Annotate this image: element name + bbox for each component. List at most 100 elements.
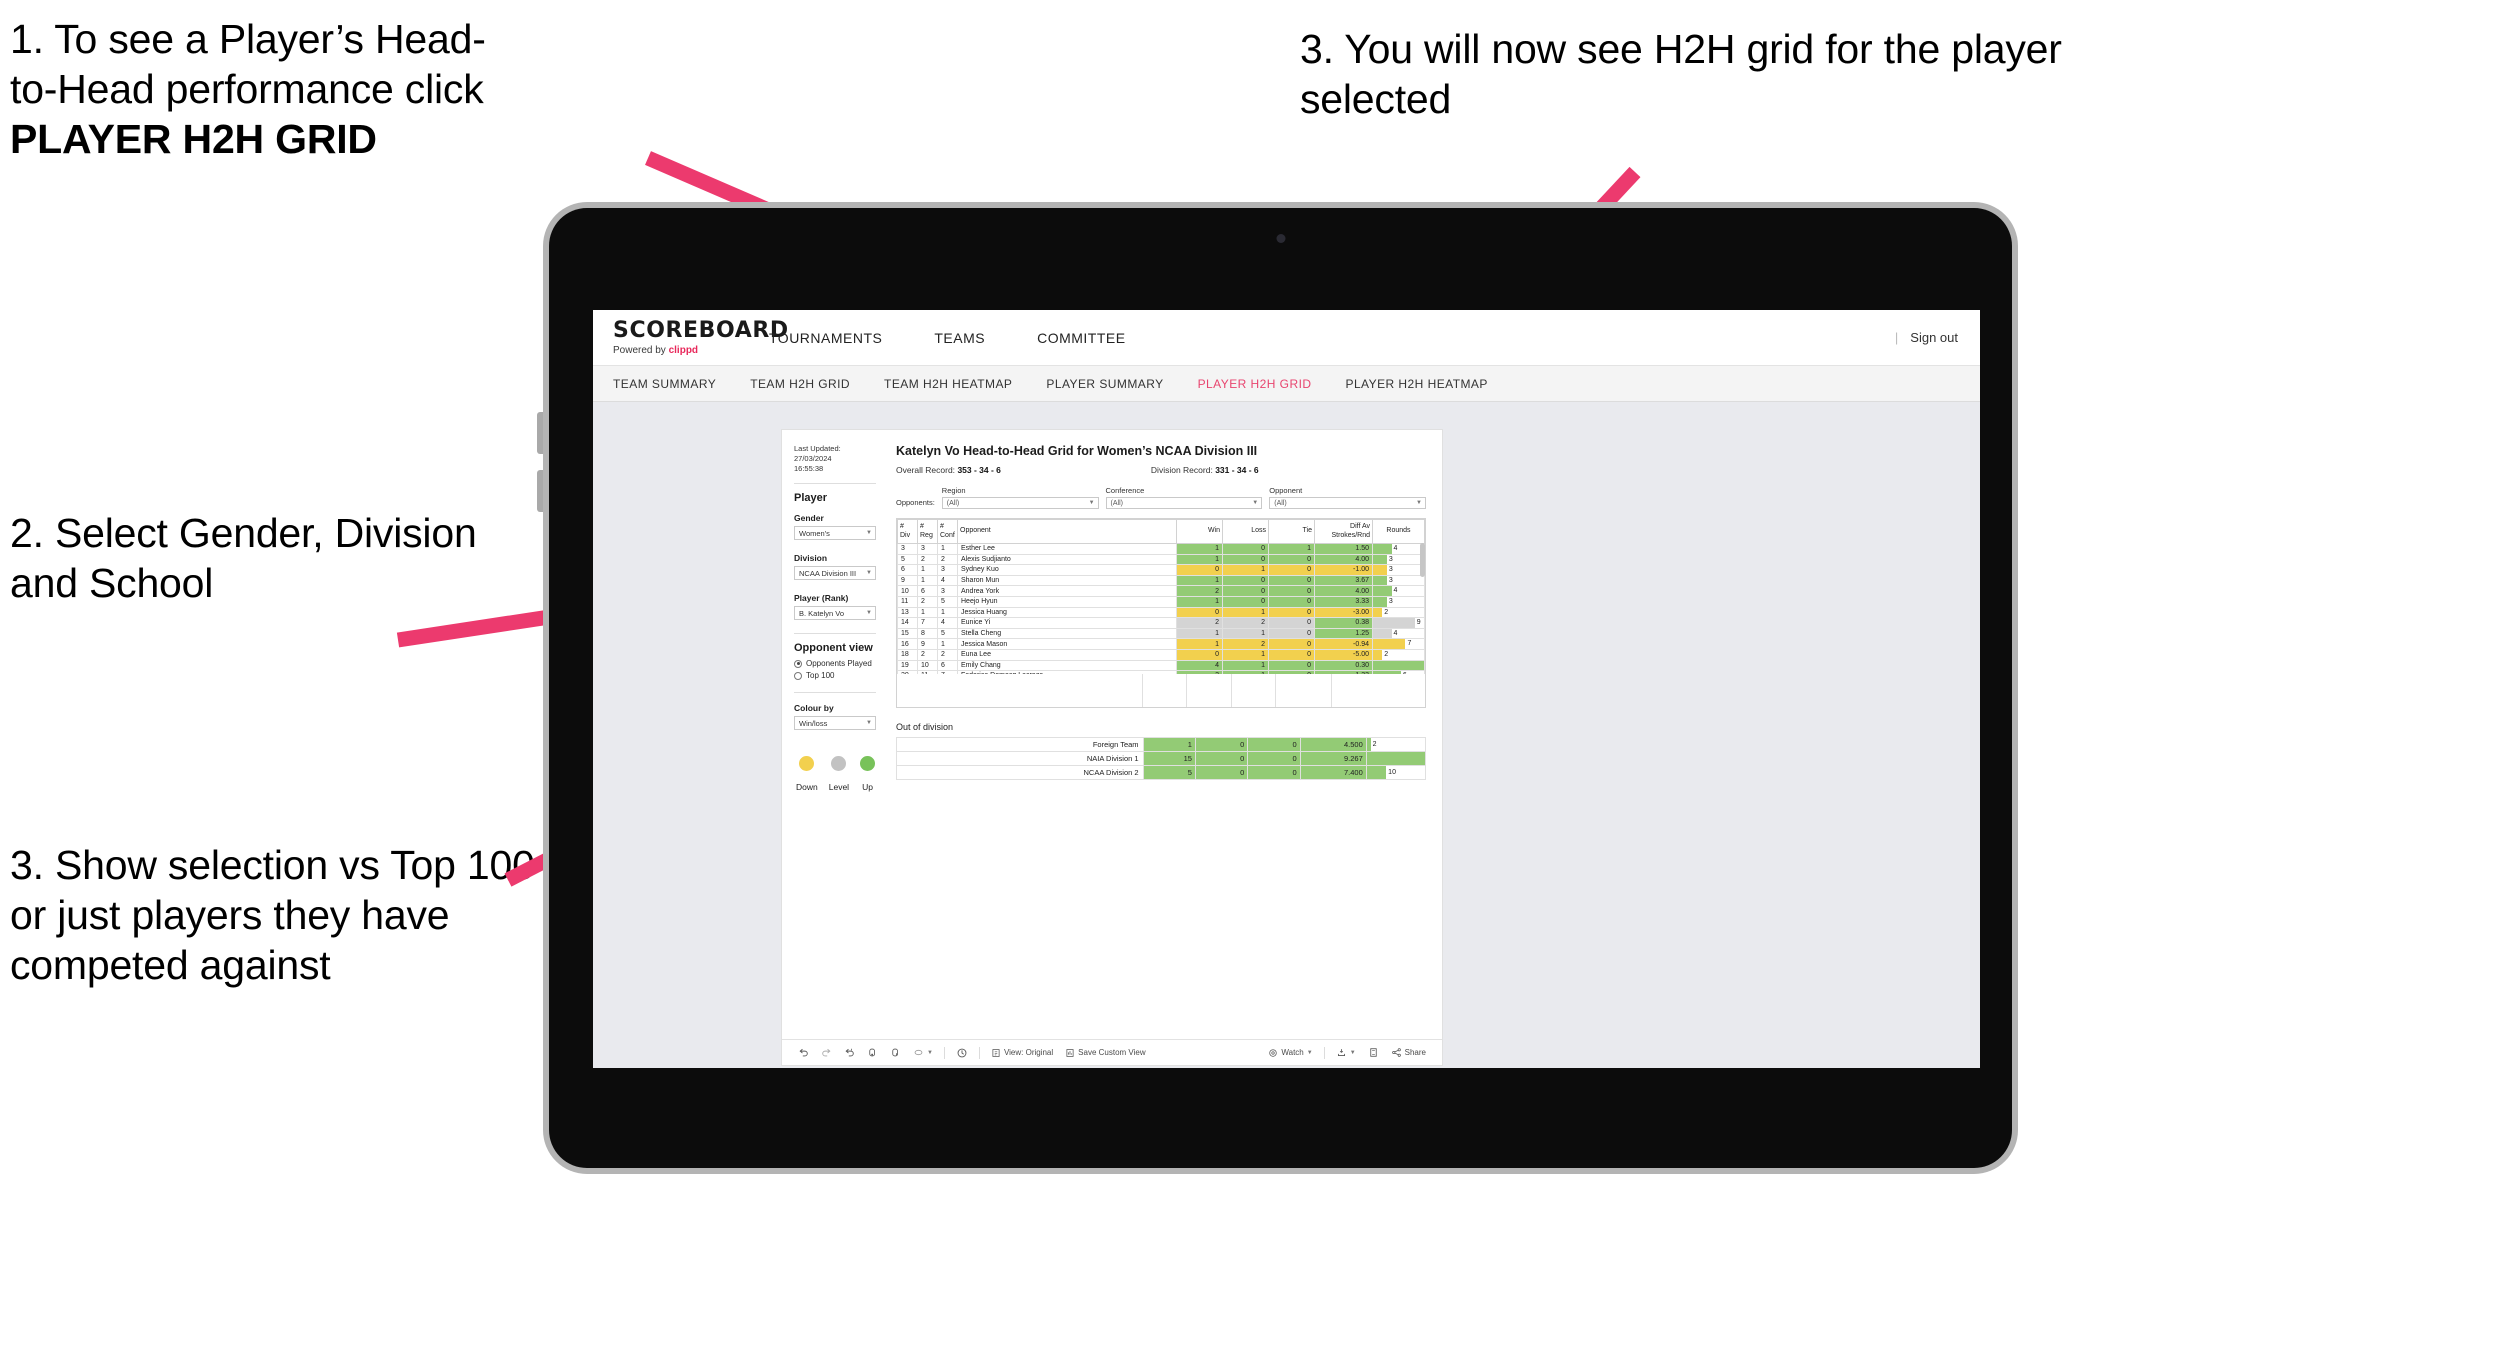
cell-loss: 0 (1194, 765, 1249, 780)
player-rank-label: Player (Rank) (794, 593, 849, 604)
radio-opponents-played[interactable]: Opponents Played (794, 659, 876, 668)
colour-by-label: Colour by (794, 703, 834, 714)
undo-button[interactable] (792, 1047, 815, 1058)
table-row[interactable]: 14 7 4 Eunice Yi 2 2 0 0.38 9 (897, 617, 1425, 629)
tab-player-h2h-grid[interactable]: PLAYER H2H GRID (1198, 377, 1312, 391)
cell-category: NAIA Division 1 (896, 751, 1144, 766)
download-button[interactable]: ▼ (1330, 1047, 1362, 1058)
tab-player-summary[interactable]: PLAYER SUMMARY (1046, 377, 1163, 391)
table-row[interactable]: NAIA Division 115009.26730 (896, 751, 1427, 766)
sign-out-link[interactable]: Sign out (1910, 330, 1958, 345)
share-button[interactable]: Share (1385, 1047, 1432, 1058)
chevron-down-icon: ▼ (866, 530, 872, 537)
grid-scrollbar[interactable] (1420, 543, 1425, 577)
gender-select[interactable]: Women's ▼ (794, 526, 876, 541)
redo-button[interactable] (815, 1047, 838, 1058)
cell-win: 5 (1142, 765, 1196, 780)
division-record-label: Division Record: (1150, 465, 1213, 475)
watch-label: Watch (1281, 1048, 1304, 1057)
cell-conf: 3 (937, 564, 958, 576)
cell-conf: 5 (937, 627, 958, 640)
page-title: Katelyn Vo Head-to-Head Grid for Women’s… (896, 444, 1258, 458)
col-conf-l1: # (940, 523, 944, 531)
nav-committee[interactable]: COMMITTEE (1011, 310, 1152, 366)
player-rank-select[interactable]: B. Katelyn Vo ▼ (794, 606, 876, 621)
cell-rounds: 4 (1372, 627, 1425, 640)
header-row: # Div # Reg # Conf Opponent Win Loss Tie… (897, 519, 1425, 544)
tab-team-summary[interactable]: TEAM SUMMARY (613, 377, 716, 391)
cell-opponent: Jessica Mason (957, 638, 1177, 650)
cell-tie: 0 (1268, 595, 1315, 608)
table-row[interactable]: 3 3 1 Esther Lee 1 0 1 1.50 4 (897, 543, 1425, 555)
table-row[interactable]: 19106Emily Chang4100.3011 (897, 659, 1425, 672)
out-of-division-body: Foreign Team 1 0 0 4.500 2 NAIA Division 1 15 0 0… (896, 737, 1427, 780)
conference-value: (All) (1110, 499, 1123, 507)
cell-win: 1 (1176, 553, 1223, 566)
nav-tournaments[interactable]: TOURNAMENTS (743, 310, 908, 366)
cell-rounds: 7 (1372, 638, 1425, 650)
table-row[interactable]: 13 1 1 Jessica Huang 0 1 0 -3.00 2 (897, 606, 1425, 619)
cell-tie: 0 (1268, 553, 1315, 566)
opponent-select[interactable]: (All) ▼ (1269, 497, 1426, 509)
cell-rounds: 2 (1372, 606, 1425, 619)
refresh-data-button[interactable] (861, 1047, 884, 1058)
view-original-button[interactable]: View: Original (985, 1048, 1059, 1058)
viz-body: Last Updated: 27/03/2024 16:55:38 Player… (782, 430, 1442, 1039)
table-row[interactable]: NCAA Division 2 5 0 0 7.400 10 (896, 765, 1427, 780)
clippd-brand: clippd (668, 344, 699, 356)
out-of-division-section: Out of division Foreign Team 1 0 0 4.500 2 NAI… (896, 722, 1427, 780)
conference-filter: Conference (All) ▼ (1105, 486, 1263, 509)
nav-teams[interactable]: TEAMS (908, 310, 1011, 366)
cell-conf: 3 (937, 585, 958, 597)
table-row[interactable]: 9 1 4 Sharon Mun 1 0 0 3.67 3 (897, 574, 1425, 587)
filter-sidebar: Last Updated: 27/03/2024 16:55:38 Player… (782, 430, 886, 1039)
division-value: NCAA Division III (799, 568, 857, 578)
cell-win: 2 (1176, 617, 1223, 629)
colour-by-value: Win/loss (799, 718, 828, 728)
col-conf-l2: Conf (940, 531, 955, 539)
tab-team-h2h-heatmap[interactable]: TEAM H2H HEATMAP (884, 377, 1012, 391)
tablet-volume-down-button (537, 470, 543, 512)
division-select[interactable]: NCAA Division III ▼ (794, 566, 876, 581)
cell-rounds: 6 (1372, 670, 1425, 674)
h2h-grid-scroll-area[interactable]: # Div # Reg # Conf Opponent Win Loss Tie… (896, 518, 1426, 674)
colour-legend: Down Level Up (794, 756, 876, 792)
fullscreen-button[interactable] (1362, 1047, 1385, 1058)
table-row[interactable]: 5 2 2 Alexis Sudjianto 1 0 0 4.00 3 (897, 553, 1425, 566)
table-row[interactable]: 10 6 3 Andrea York 2 0 0 4.00 4 (897, 585, 1425, 597)
tab-team-h2h-grid[interactable]: TEAM H2H GRID (750, 377, 850, 391)
conference-select[interactable]: (All) ▼ (1105, 497, 1263, 509)
region-select[interactable]: (All) ▼ (941, 497, 1099, 509)
annotation-step-3-right: 3. You will now see H2H grid for the pla… (1300, 26, 2062, 123)
highlight-button[interactable]: ▼ (907, 1047, 939, 1058)
cell-tie: 0 (1268, 617, 1315, 629)
table-row[interactable]: 11 2 5 Heejo Hyun 1 0 0 3.33 3 (897, 595, 1425, 608)
pause-auto-update-button[interactable] (950, 1047, 974, 1059)
h2h-grid-body: 3 3 1 Esther Lee 1 0 1 1.50 4 5 2 2 Alexis Sudjianto… (897, 543, 1425, 674)
cell-opponent: Alexis Sudjianto (957, 553, 1177, 566)
col-reg: # Reg (917, 519, 938, 544)
toolbar-divider-2 (978, 1046, 980, 1059)
cell-div: 14 (897, 617, 918, 629)
chevron-down-icon: ▼ (1349, 1049, 1356, 1056)
save-custom-view-label: Save Custom View (1078, 1048, 1146, 1057)
cell-reg: 10 (917, 659, 938, 672)
tab-player-h2h-heatmap[interactable]: PLAYER H2H HEATMAP (1345, 377, 1487, 391)
radio-top-100[interactable]: Top 100 (794, 671, 876, 680)
scoreboard-logo[interactable]: SCOREBOARD Powered by clippd (593, 319, 788, 356)
pause-updates-button[interactable] (884, 1047, 907, 1058)
watch-button[interactable]: Watch ▼ (1262, 1048, 1318, 1058)
front-camera (1276, 234, 1285, 243)
table-row[interactable]: Foreign Team 1 0 0 4.500 2 (896, 737, 1427, 752)
col-diff-l1: Diff Av (1350, 523, 1370, 531)
colour-by-select[interactable]: Win/loss ▼ (794, 716, 876, 731)
table-row[interactable]: 6 1 3 Sydney Kuo 0 1 0 -1.00 3 (897, 564, 1425, 576)
chevron-down-icon: ▼ (866, 610, 872, 617)
table-row[interactable]: 16 9 1 Jessica Mason 1 2 0 -0.94 7 (897, 638, 1425, 650)
table-row[interactable]: 15 8 5 Stella Cheng 1 1 0 1.25 4 (897, 627, 1425, 640)
table-row[interactable]: 18 2 2 Euna Lee 0 1 0 -5.00 2 (897, 648, 1425, 661)
col-reg-l2: Reg (920, 531, 933, 539)
opponent-value: (All) (1274, 499, 1287, 507)
save-custom-view-button[interactable]: Save Custom View (1059, 1048, 1151, 1058)
revert-button[interactable] (838, 1047, 861, 1058)
